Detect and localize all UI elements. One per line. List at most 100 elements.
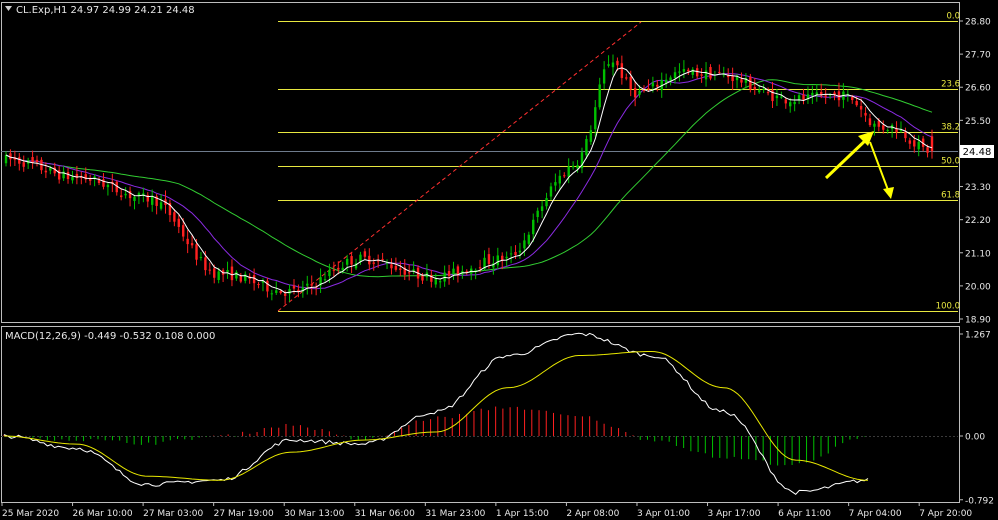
candle-body [66, 172, 70, 180]
candle-body [323, 279, 327, 281]
candle-body [616, 60, 619, 66]
chart-window[interactable]: 28.8027.7026.6025.5024.4023.3022.2021.10… [0, 0, 998, 520]
candle-body [487, 254, 491, 264]
candle-body [288, 289, 291, 294]
candle-body [611, 62, 615, 68]
candle-body [452, 268, 455, 274]
time-tick-label: 27 Mar 19:00 [214, 509, 274, 519]
macd-tick-label: 0.00 [965, 433, 985, 443]
candle-body [527, 234, 531, 244]
candle-body [394, 265, 398, 270]
candle-body [629, 76, 632, 90]
candle-body [762, 88, 765, 90]
time-tick-label: 7 Apr 20:00 [919, 509, 972, 519]
candle-body [775, 95, 779, 99]
candle-body [700, 74, 703, 76]
candle-body [275, 290, 278, 293]
candle-body [213, 268, 216, 278]
candle-body [709, 67, 712, 79]
candle-body [439, 281, 442, 283]
candle-body [119, 195, 123, 198]
candle-body [687, 69, 690, 72]
candle-body [633, 88, 637, 98]
candle-body [523, 240, 526, 249]
candle-body [585, 138, 588, 156]
candle-body [44, 170, 48, 173]
price-tick-label: 18.90 [965, 316, 991, 326]
price-tick-label: 22.20 [965, 216, 991, 226]
candle-body [758, 90, 761, 93]
candle-body [647, 88, 650, 90]
candle-body [390, 264, 393, 269]
candle-body [257, 283, 260, 286]
candle-body [868, 118, 872, 126]
candle-body [421, 275, 424, 281]
candle-body [859, 105, 863, 110]
candle-body [199, 257, 203, 259]
candle-body [780, 96, 783, 98]
candle-body [558, 175, 562, 184]
time-tick-label: 6 Apr 11:00 [778, 509, 831, 519]
candle-body [22, 162, 25, 167]
candle-body [589, 130, 593, 142]
candle-body [252, 275, 256, 284]
candle-body [673, 72, 677, 79]
time-tick-label: 26 Mar 10:00 [73, 509, 133, 519]
candle-body [532, 219, 535, 235]
candle-body [908, 140, 912, 144]
candle-body [651, 82, 655, 87]
candle-body [824, 95, 827, 97]
price-tick-label: 21.10 [965, 249, 991, 259]
candle-body [882, 125, 885, 130]
candle-body [740, 79, 743, 83]
time-tick-label: 31 Mar 06:00 [355, 509, 415, 519]
candle-body [873, 123, 876, 127]
candle-body [926, 147, 929, 153]
candle-body [930, 136, 934, 152]
candle-body [217, 271, 220, 280]
candle-body [678, 71, 681, 73]
candle-body [279, 290, 282, 293]
time-tick-label: 27 Mar 03:00 [143, 509, 203, 519]
candle-body [195, 244, 198, 260]
candle-body [731, 76, 734, 82]
price-tick-label: 20.00 [965, 282, 991, 292]
fib-level-label: 50.0 [941, 157, 960, 167]
candle-body [124, 193, 127, 196]
candle-body [345, 258, 349, 265]
price-tick-label: 28.80 [965, 18, 991, 28]
candle-body [18, 157, 21, 164]
candle-body [735, 76, 739, 81]
candle-body [204, 257, 207, 271]
time-tick-label: 30 Mar 13:00 [284, 509, 344, 519]
macd-tick-label: 1.267 [965, 331, 991, 341]
time-tick-label: 31 Mar 23:00 [425, 509, 485, 519]
candle-body [496, 255, 499, 266]
candle-body [381, 258, 384, 260]
candle-body [235, 271, 238, 279]
candle-body [793, 101, 796, 105]
candle-body [749, 76, 752, 90]
candle-body [811, 92, 814, 96]
fib-level-label: 0.0 [946, 12, 960, 22]
price-tag-label: 24.48 [963, 147, 992, 158]
candle-body [88, 178, 92, 181]
candle-body [310, 284, 313, 286]
candle-body [283, 293, 287, 296]
candle-body [576, 165, 579, 169]
candle-body [536, 210, 539, 218]
time-tick-label: 1 Apr 15:00 [496, 509, 549, 519]
price-tick-label: 26.60 [965, 84, 991, 94]
main-header: CL.Exp,H1 24.97 24.99 24.21 24.48 [5, 5, 195, 16]
fib-level-label: 61.8 [941, 191, 960, 201]
candle-body [784, 99, 787, 104]
time-tick-label: 2 Apr 08:00 [566, 509, 619, 519]
candle-body [864, 112, 867, 116]
candle-body [886, 129, 889, 131]
candle-body [434, 278, 437, 285]
macd-tick-label: -0.792 [965, 496, 994, 506]
candle-body [855, 101, 858, 106]
candle-body [332, 269, 336, 271]
candle-body [71, 176, 74, 181]
candle-body [877, 120, 881, 127]
